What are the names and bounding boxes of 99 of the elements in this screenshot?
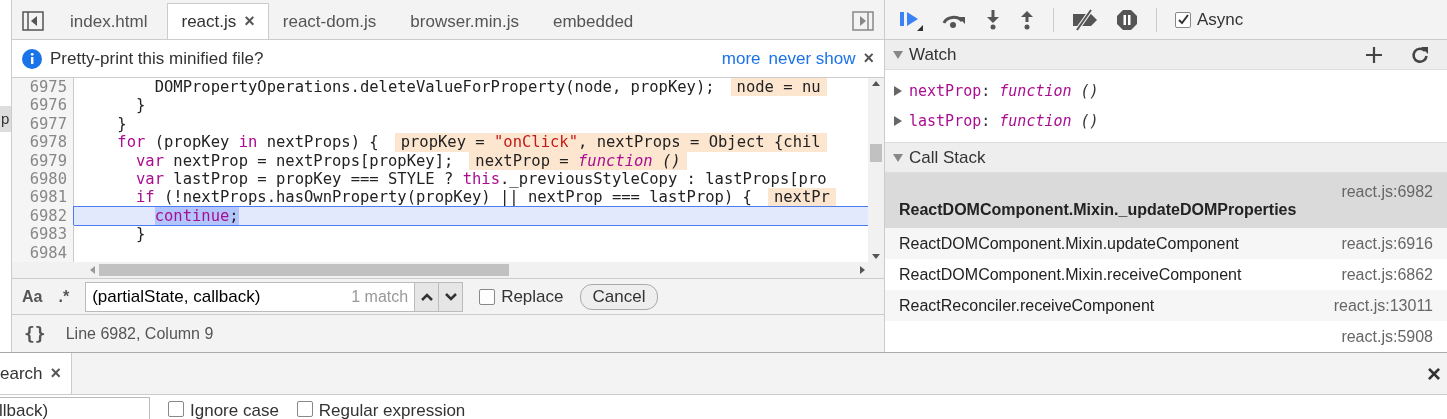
code-token: if (136, 188, 155, 207)
drawer-tab[interactable]: earch × (0, 353, 73, 394)
option-checkbox[interactable] (168, 401, 184, 417)
watch-expression[interactable]: nextProp: function () (909, 82, 1099, 100)
expand-triangle-icon[interactable] (893, 86, 903, 96)
checkbox-label: Regular expression (318, 401, 466, 419)
info-icon (22, 48, 42, 69)
step-into-icon[interactable] (985, 9, 1001, 30)
function-name: ReactDOMComponent.Mixin.updateComponent (899, 234, 1239, 253)
expand-triangle-icon[interactable] (893, 116, 903, 126)
chevron-down-icon (444, 292, 457, 301)
pretty-print-button[interactable]: {} (24, 323, 46, 344)
tab-label: react-dom.js (282, 11, 377, 32)
match-count: 1 match (351, 287, 409, 306)
tab-label: react.js (181, 11, 237, 32)
option-checkbox[interactable] (296, 401, 313, 417)
pause-on-exceptions-icon[interactable] (1116, 8, 1138, 31)
code-token: ._previousStyleCopy : lastProps[pro (499, 169, 827, 189)
deactivate-breakpoints-icon[interactable] (1072, 8, 1098, 31)
frame-location: react.js:6862 (1341, 265, 1433, 284)
section-title: Call Stack (909, 147, 986, 168)
close-icon[interactable]: × (50, 363, 62, 384)
code-token: in (238, 133, 258, 152)
cancel-button[interactable]: Cancel (579, 283, 659, 310)
close-button[interactable]: × (1421, 353, 1447, 394)
inline-value: propKey = "onClick", nextProps = Object {chil (394, 133, 827, 152)
call-stack-header[interactable]: Call Stack (885, 143, 1447, 173)
frame-location: react.js:6916 (1341, 234, 1433, 253)
add-icon[interactable] (1365, 45, 1383, 64)
close-icon[interactable]: × (244, 11, 255, 32)
tab-label: earch (0, 363, 43, 384)
file-tab[interactable]: browser.min.js (396, 3, 533, 39)
chevron-up-icon (420, 292, 433, 301)
search-field[interactable]: llback) (0, 397, 150, 419)
panel-toggle-icon[interactable] (852, 11, 874, 31)
file-tab[interactable]: index.html (56, 3, 162, 39)
function-name: ReactDOMComponent.Mixin.receiveComponent (899, 265, 1242, 284)
code-token: nextProp = nextProps[propKey]; (173, 151, 454, 170)
horizontal-scrollbar[interactable] (12, 262, 884, 278)
tab-label: browser.min.js (410, 11, 519, 32)
code-token: var (136, 151, 164, 170)
function-name: ReactReconciler.receiveComponent (899, 296, 1155, 315)
call-frame[interactable]: ReactReconciler.receiveComponent react.js:13011 (885, 290, 1447, 321)
inline-value: node = nu (730, 78, 827, 97)
frame-location: react.js:13011 (1333, 296, 1433, 315)
file-tab[interactable]: react-dom.js (268, 3, 391, 39)
file-tab[interactable]: react.js × (167, 3, 269, 39)
inline-value: nextPr (767, 188, 836, 207)
async-checkbox[interactable] (1175, 11, 1191, 28)
match-case-toggle[interactable]: Aa (22, 287, 43, 306)
code-token: (propKey (154, 133, 231, 152)
infobar-link[interactable]: more (721, 48, 761, 69)
code-token: this (462, 169, 500, 189)
sidebar-item[interactable]: p (0, 106, 11, 132)
checkbox-label: Async (1197, 9, 1244, 30)
next-match-button[interactable] (438, 282, 463, 311)
code-token: lastProp = propKey === STYLE ? (173, 169, 455, 189)
infobar-link[interactable]: never show (768, 48, 856, 69)
close-icon[interactable]: × (863, 48, 874, 69)
regex-toggle[interactable]: .* (58, 287, 70, 306)
function-name: ReactDOMComponent.Mixin._updateDOMProperties (899, 200, 1297, 219)
code-token: ; (229, 206, 239, 226)
tab-label: embedded (552, 11, 634, 32)
code-token: } (136, 225, 146, 244)
watch-header[interactable]: Watch (885, 40, 1447, 70)
section-title: Watch (909, 44, 957, 65)
refresh-icon[interactable] (1411, 45, 1429, 64)
code-token: DOMPropertyOperations.deleteValueForProperty(node, propKey); (154, 78, 715, 97)
cursor-position: Line 6982, Column 9 (65, 324, 214, 343)
line-number: 6981 (12, 188, 74, 207)
vertical-scrollbar[interactable] (868, 78, 884, 262)
previous-match-button[interactable] (414, 282, 439, 311)
infobar-message: Pretty-print this minified file? (50, 48, 264, 69)
disclosure-triangle-icon[interactable] (893, 152, 903, 163)
call-frame[interactable]: ReactDOMComponent.Mixin.updateComponent react.js:6916 (885, 228, 1447, 259)
line-number: 6975 (12, 78, 74, 97)
step-out-icon[interactable] (1019, 9, 1035, 30)
find-field[interactable]: (partialState, callback) 1 match (85, 281, 464, 312)
watch-expression[interactable]: lastProp: function () (909, 112, 1099, 130)
code-token: for (117, 133, 146, 152)
code-token: } (136, 96, 146, 115)
code-token: continue (154, 206, 230, 226)
code-token: } (117, 114, 127, 134)
file-tab[interactable]: embedded (538, 3, 648, 39)
sidebar-toggle-icon[interactable] (22, 11, 44, 31)
replace-checkbox[interactable] (479, 288, 496, 305)
checkbox-label: Ignore case (190, 401, 279, 419)
line-number: 6983 (12, 225, 74, 244)
code-token: nextProps) { (266, 133, 379, 152)
line-number: 6978 (12, 133, 74, 152)
disclosure-triangle-icon[interactable] (893, 49, 903, 60)
frame-location: react.js:5908 (1341, 327, 1433, 346)
call-frame[interactable]: react.js:6982 ReactDOMComponent.Mixin._updateDOMProperties (885, 173, 1447, 228)
code-token: var (136, 169, 164, 189)
tab-label: index.html (70, 11, 148, 32)
code-token: (!nextProps.hasOwnProperty(propKey) || nextProp === lastProp) { (164, 188, 752, 207)
frame-location: react.js:6982 (1341, 182, 1433, 201)
line-number: 6976 (12, 96, 74, 115)
checkbox-label: Replace (501, 286, 564, 307)
